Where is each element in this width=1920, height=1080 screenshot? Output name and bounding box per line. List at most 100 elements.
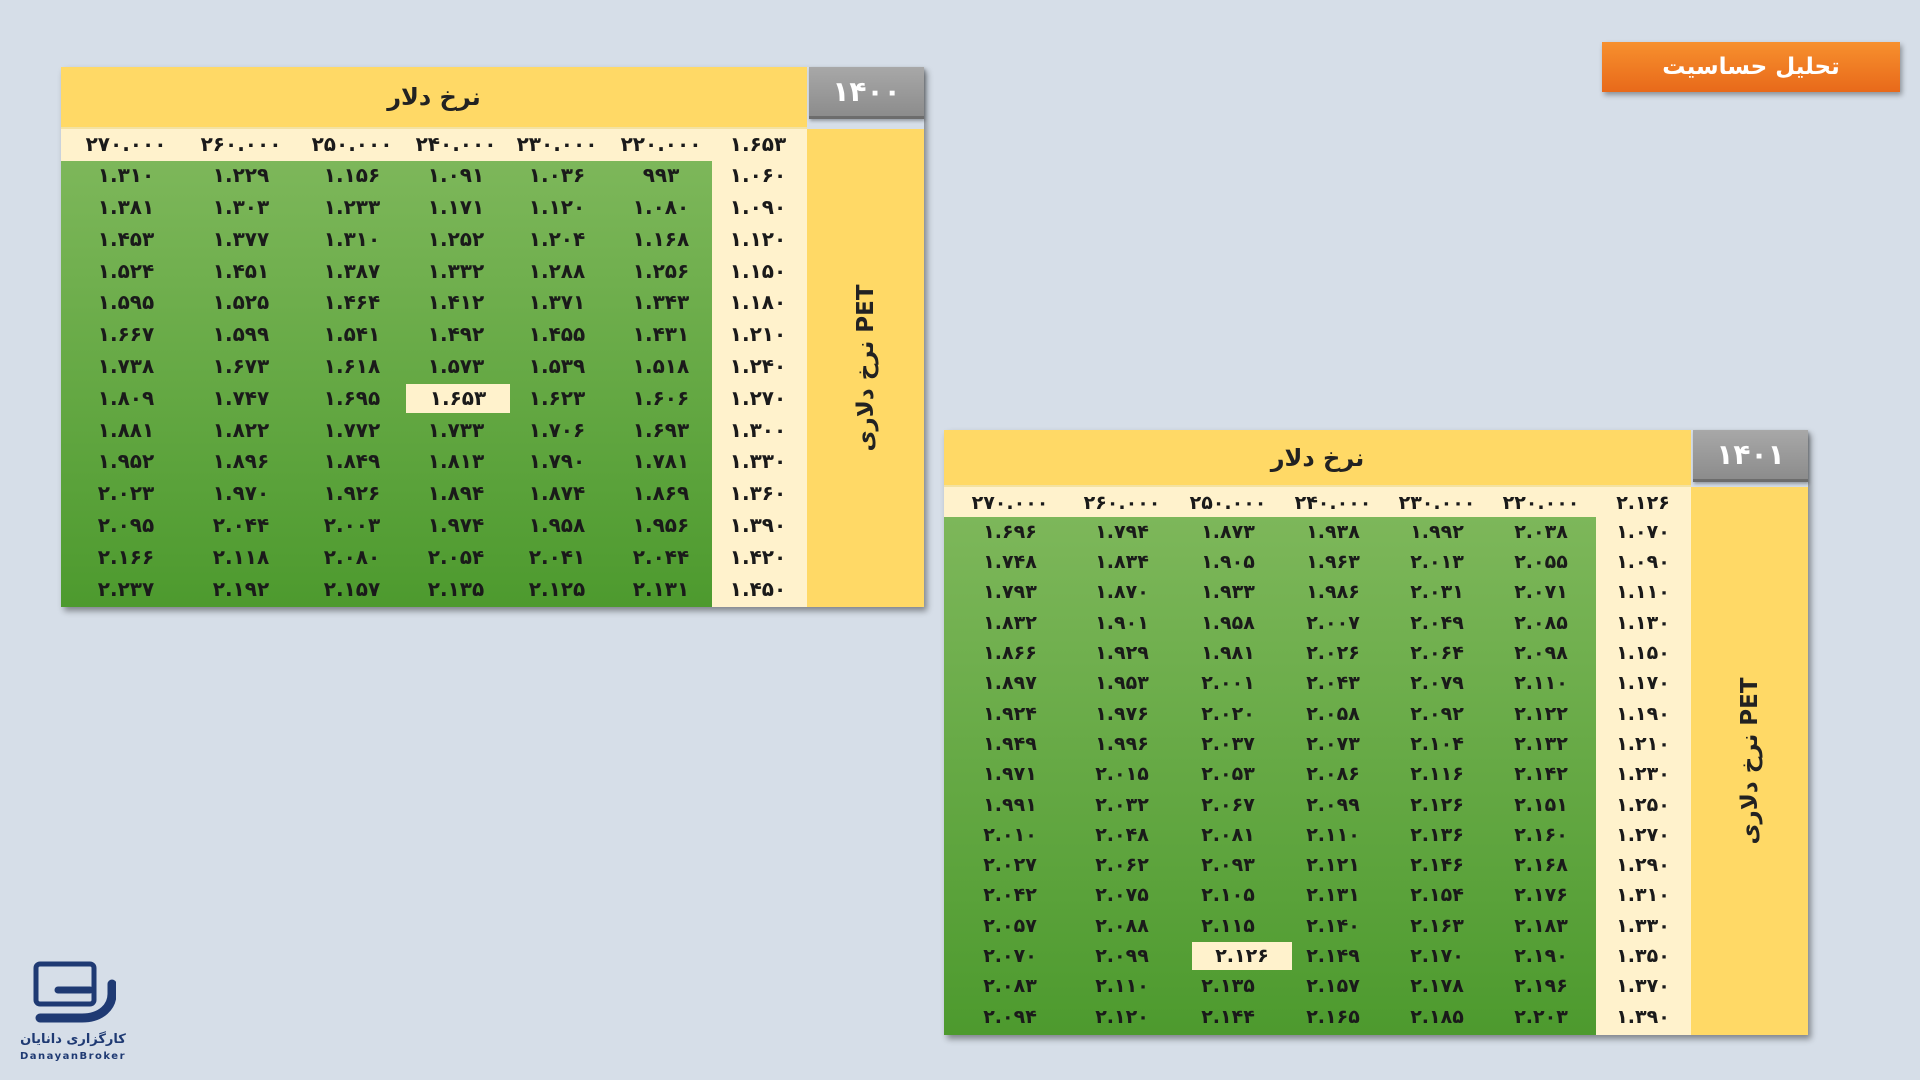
value-cell: ۲.۰۵۳ bbox=[1201, 763, 1255, 786]
value-cell: ۱.۳۰۳ bbox=[212, 194, 270, 219]
value-cell: ۲.۰۴۳ bbox=[1306, 672, 1360, 695]
value-cell: ۲.۱۹۶ bbox=[1514, 975, 1568, 998]
logo-text-en: DanayanBroker bbox=[19, 1051, 126, 1062]
row-header-cell: ۱.۲۹۰ bbox=[1616, 854, 1670, 877]
value-cell: ۲.۰۶۷ bbox=[1201, 793, 1255, 816]
row-header-cell: ۱.۳۵۰ bbox=[1616, 945, 1670, 968]
column-header-cell: ۲۴۰.۰۰۰ bbox=[1294, 492, 1372, 514]
column-header-cell: ۲۴۰.۰۰۰ bbox=[415, 132, 497, 156]
row-header-cell: ۱.۰۹۰ bbox=[729, 194, 787, 219]
value-cell: ۱.۵۱۸ bbox=[632, 353, 690, 378]
value-cell: ۱.۷۰۶ bbox=[528, 417, 586, 442]
row-header-cell: ۱.۱۳۰ bbox=[1616, 611, 1670, 634]
value-cell: ۲.۱۱۰ bbox=[1306, 823, 1360, 846]
value-cell: ۲.۰۹۸ bbox=[1514, 642, 1568, 665]
value-cell: ۲.۰۳۸ bbox=[1514, 520, 1568, 543]
column-header-cell: ۲۵۰.۰۰۰ bbox=[311, 132, 393, 156]
value-cell: ۲.۱۳۱ bbox=[632, 576, 690, 601]
value-cell: ۲.۰۱۰ bbox=[983, 823, 1037, 846]
value-cell: ۲.۰۲۷ bbox=[983, 854, 1037, 877]
value-cell: ۲.۱۴۹ bbox=[1306, 945, 1360, 968]
value-cell: ۲.۱۲۵ bbox=[528, 576, 586, 601]
value-cell: ۱.۸۹۶ bbox=[212, 449, 270, 474]
value-cell: ۱.۹۸۱ bbox=[1201, 642, 1255, 665]
value-cell: ۲.۱۶۸ bbox=[1514, 854, 1568, 877]
value-cell: ۱.۱۶۸ bbox=[632, 226, 690, 251]
value-cell: ۲.۱۸۵ bbox=[1410, 1005, 1464, 1028]
value-cell: ۱.۷۳۸ bbox=[97, 353, 155, 378]
row-header-cell: ۱.۱۵۰ bbox=[1616, 642, 1670, 665]
year-label: ۱۴۰۱ bbox=[1693, 430, 1808, 482]
value-cell: ۲.۰۸۰ bbox=[323, 544, 381, 569]
value-cell: ۱.۹۸۶ bbox=[1306, 581, 1360, 604]
row-header-cell: ۱.۲۳۰ bbox=[1616, 763, 1670, 786]
value-cell: ۱.۸۹۷ bbox=[983, 672, 1037, 695]
value-cell: ۲.۱۲۶ bbox=[1410, 793, 1464, 816]
value-cell: ۲.۱۱۰ bbox=[1514, 672, 1568, 695]
value-cell: ۱.۰۳۶ bbox=[528, 163, 586, 188]
value-cell: ۲.۰۹۹ bbox=[1095, 945, 1149, 968]
column-axis-header: نرخ دلار bbox=[61, 67, 807, 129]
value-cell: ۱.۸۹۴ bbox=[427, 481, 485, 506]
value-cell: ۱.۷۹۳ bbox=[983, 581, 1037, 604]
value-cell: ۲.۱۵۷ bbox=[1306, 975, 1360, 998]
base-case-cell: ۱.۶۵۳ bbox=[406, 383, 510, 414]
value-cell: ۱.۵۹۵ bbox=[97, 290, 155, 315]
value-cell: ۱.۱۲۰ bbox=[528, 194, 586, 219]
value-cell: ۱.۵۴۱ bbox=[323, 322, 381, 347]
value-cell: ۱.۷۳۳ bbox=[427, 417, 485, 442]
value-cell: ۲.۰۰۷ bbox=[1306, 611, 1360, 634]
value-cell: ۱.۷۷۲ bbox=[323, 417, 381, 442]
value-cell: ۲.۰۸۶ bbox=[1306, 763, 1360, 786]
row-header-cell: ۱.۱۲۰ bbox=[729, 226, 787, 251]
value-cell: ۲.۱۵۱ bbox=[1514, 793, 1568, 816]
value-cell: ۱.۹۹۱ bbox=[983, 793, 1037, 816]
column-header-cell: ۲۷۰.۰۰۰ bbox=[971, 492, 1049, 514]
value-cell: ۲.۱۵۷ bbox=[323, 576, 381, 601]
year-label: ۱۴۰۰ bbox=[809, 67, 924, 119]
value-cell: ۲.۱۳۵ bbox=[1201, 975, 1255, 998]
value-cell: ۱.۷۹۴ bbox=[1095, 520, 1149, 543]
value-cell: ۲.۰۵۴ bbox=[427, 544, 485, 569]
value-cell: ۲.۰۵۸ bbox=[1306, 702, 1360, 725]
value-cell: ۲.۱۴۶ bbox=[1410, 854, 1464, 877]
row-axis-label: نرخ دلاری PET bbox=[852, 284, 879, 452]
column-header-cell: ۲۷۰.۰۰۰ bbox=[85, 132, 167, 156]
value-cell: ۱.۵۷۳ bbox=[427, 353, 485, 378]
value-cell: ۱.۳۴۳ bbox=[632, 290, 690, 315]
value-cell: ۲.۰۴۹ bbox=[1410, 611, 1464, 634]
row-header-cell: ۱.۱۹۰ bbox=[1616, 702, 1670, 725]
value-cell: ۲.۰۹۹ bbox=[1306, 793, 1360, 816]
sensitivity-table-1401: نرخ دلار ۱۴۰۱ نرخ دلاری PET ۲۷۰.۰۰۰ ۲۶۰.۰… bbox=[944, 430, 1808, 1035]
row-header-cell: ۱.۳۳۰ bbox=[729, 449, 787, 474]
column-header-cell: ۲۲۰.۰۰۰ bbox=[620, 132, 702, 156]
value-cell: ۱.۶۹۵ bbox=[323, 385, 381, 410]
value-cell: ۲.۰۸۵ bbox=[1514, 611, 1568, 634]
value-cell: ۲.۰۹۳ bbox=[1201, 854, 1255, 877]
value-cell: ۲.۰۸۸ bbox=[1095, 914, 1149, 937]
value-cell: ۲.۰۸۱ bbox=[1201, 823, 1255, 846]
value-cell: ۲.۱۱۵ bbox=[1201, 914, 1255, 937]
value-cell: ۲.۰۰۳ bbox=[323, 512, 381, 537]
value-cell: ۱.۲۰۴ bbox=[528, 226, 586, 251]
value-cell: ۱.۳۸۷ bbox=[323, 258, 381, 283]
value-cell: ۱.۸۸۱ bbox=[97, 417, 155, 442]
value-cell: ۱.۸۴۹ bbox=[323, 449, 381, 474]
value-cell: ۱.۹۰۵ bbox=[1201, 551, 1255, 574]
value-cell: ۲.۱۶۳ bbox=[1410, 914, 1464, 937]
value-cell: ۲.۰۸۳ bbox=[983, 975, 1037, 998]
base-case-cell: ۲.۱۲۶ bbox=[1192, 942, 1292, 971]
value-cell: ۲.۰۷۰ bbox=[983, 945, 1037, 968]
value-cell: ۲.۰۴۴ bbox=[212, 512, 270, 537]
value-cell: ۱.۹۶۳ bbox=[1306, 551, 1360, 574]
row-header-cell: ۱.۳۱۰ bbox=[1616, 884, 1670, 907]
value-cell: ۱.۹۲۶ bbox=[323, 481, 381, 506]
value-cell: ۱.۶۰۶ bbox=[632, 385, 690, 410]
value-cell: ۱.۲۵۶ bbox=[632, 258, 690, 283]
value-cell: ۱.۴۹۲ bbox=[427, 322, 485, 347]
value-cell: ۱.۴۳۱ bbox=[632, 322, 690, 347]
value-cell: ۱.۳۳۲ bbox=[427, 258, 485, 283]
value-cell: ۱.۸۱۳ bbox=[427, 449, 485, 474]
value-cell: ۲.۰۶۲ bbox=[1095, 854, 1149, 877]
logo-text-fa: کارگزاری دانایان bbox=[20, 1032, 126, 1047]
